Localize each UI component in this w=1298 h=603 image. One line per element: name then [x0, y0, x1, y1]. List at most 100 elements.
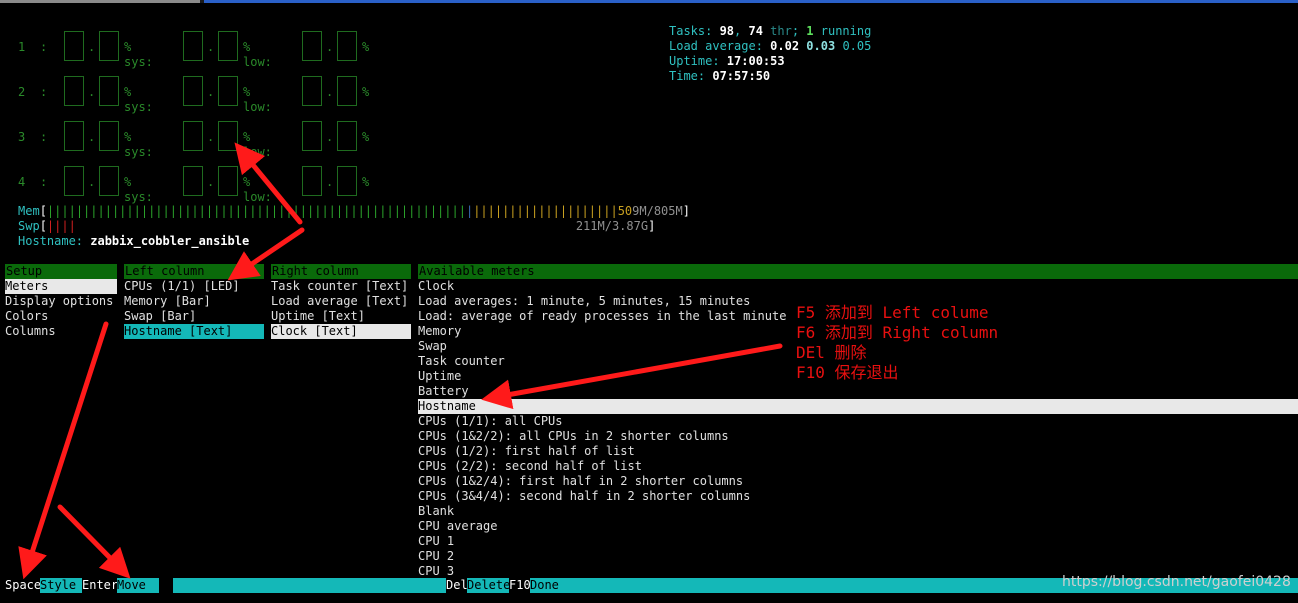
led-dot: . [326, 85, 334, 99]
right-column-item[interactable]: Task counter [Text] [271, 279, 408, 294]
sys-label: % sys: [124, 130, 153, 159]
led-dot: . [326, 40, 334, 54]
mem-bar-cache: |||||||||||||||||||| [473, 204, 618, 218]
left-column-item[interactable]: Swap [Bar] [124, 309, 196, 324]
cpu-number: 1 [18, 40, 26, 54]
pct-label: % [362, 130, 370, 144]
arrow-to-space [18, 321, 109, 580]
terminal-tab-strip [0, 0, 1298, 3]
f10-key: F10 [509, 578, 531, 592]
available-meter-item[interactable]: CPUs (1/1): all CPUs [418, 414, 563, 429]
led-dot: . [326, 175, 334, 189]
led-digit [302, 121, 322, 151]
mem-meter: Mem[||||||||||||||||||||||||||||||||||||… [18, 204, 690, 218]
available-meter-item[interactable]: Swap [418, 339, 447, 354]
watermark: https://blog.csdn.net/gaofei0428 [1062, 574, 1291, 590]
right-column-item[interactable]: Load average [Text] [271, 294, 408, 309]
right-column-item[interactable]: Uptime [Text] [271, 309, 365, 324]
setup-item-colors[interactable]: Colors [5, 309, 48, 324]
available-meter-item[interactable]: Blank [418, 504, 454, 519]
led-dot: . [88, 175, 96, 189]
del-key: Del [446, 578, 468, 592]
available-meter-item[interactable]: CPUs (1&2/2): all CPUs in 2 shorter colu… [418, 429, 729, 444]
available-meter-item[interactable]: CPU average [418, 519, 497, 534]
arrow-to-hostname [481, 343, 783, 410]
setup-item-display-options[interactable]: Display options [5, 294, 113, 309]
available-meter-item[interactable]: CPUs (1/2): first half of list [418, 444, 635, 459]
available-meter-item[interactable]: CPUs (2/2): second half of list [418, 459, 642, 474]
available-meter-item[interactable]: CPU 1 [418, 534, 454, 549]
annotation-f10: F10 保存退出 [796, 363, 899, 382]
available-meters-header: Available meters [418, 264, 1298, 279]
left-column-item[interactable]: CPUs (1/1) [LED] [124, 279, 240, 294]
available-meter-item[interactable]: CPU 2 [418, 549, 454, 564]
hostname-label: Hostname: [18, 234, 91, 248]
led-digit [337, 166, 357, 196]
cpu-number: 3 [18, 130, 26, 144]
annotation-del: DEl 删除 [796, 343, 867, 362]
led-digit [337, 121, 357, 151]
available-meter-item[interactable]: Clock [418, 279, 454, 294]
available-meter-item[interactable]: Load: average of ready processes in the … [418, 309, 786, 324]
setup-item-meters[interactable]: Meters [5, 279, 117, 294]
led-digit [218, 76, 238, 106]
load-5: 0.03 [806, 39, 836, 53]
uptime-label: Uptime: [669, 54, 727, 68]
led-digit [99, 76, 119, 106]
led-digit [337, 76, 357, 106]
time-value: 07:57:50 [712, 69, 771, 83]
mem-value-prefix: 50 [617, 204, 633, 218]
running-label: running [813, 24, 872, 38]
terminal-tab-active[interactable] [204, 0, 1298, 3]
led-digit [183, 166, 203, 196]
move-button[interactable]: Move [117, 578, 159, 593]
available-meter-item[interactable]: Battery [418, 384, 469, 399]
led-digit [64, 31, 84, 61]
cpu-sep: : [40, 130, 48, 144]
left-column-header: Left column [124, 264, 264, 279]
available-meter-item[interactable]: Uptime [418, 369, 461, 384]
setup-item-columns[interactable]: Columns [5, 324, 56, 339]
right-column-item-selected[interactable]: Clock [Text] [271, 324, 411, 339]
tasks-label: Tasks: [669, 24, 720, 38]
enter-key: Enter [82, 578, 119, 592]
available-meter-item-selected[interactable]: Hostname [418, 399, 1298, 414]
available-meter-item[interactable]: CPUs (1&2/4): first half in 2 shorter co… [418, 474, 743, 489]
setup-header: Setup [5, 264, 117, 279]
cpu-number: 4 [18, 175, 26, 189]
led-dot: . [326, 130, 334, 144]
uptime-value: 17:00:53 [726, 54, 785, 68]
swap-label: Swp [18, 219, 40, 233]
left-column-item-selected[interactable]: Hostname [Text] [124, 324, 264, 339]
uptime-line: Uptime: 17:00:53 [669, 54, 785, 69]
led-digit [218, 166, 238, 196]
terminal-tab[interactable] [0, 0, 200, 3]
left-column-item[interactable]: Memory [Bar] [124, 294, 211, 309]
tasks-line: Tasks: 98, 74 thr; 1 running [669, 24, 871, 39]
annotation-f6: F6 添加到 Right column [796, 323, 999, 342]
load-label: Load average: [669, 39, 771, 53]
space-key: Space [5, 578, 42, 592]
tasks-count: 98 [719, 24, 735, 38]
sep: ; [791, 24, 807, 38]
cpu-sep: : [40, 175, 48, 189]
delete-button[interactable]: Delete [467, 578, 510, 593]
available-meter-item[interactable]: Task counter [418, 354, 505, 369]
running-count: 1 [806, 24, 814, 38]
available-meter-item[interactable]: CPUs (3&4/4): second half in 2 shorter c… [418, 489, 750, 504]
low-label: % low: [243, 40, 272, 69]
led-dot: . [88, 130, 96, 144]
led-digit [99, 121, 119, 151]
sys-label: % sys: [124, 175, 153, 204]
led-digit [64, 76, 84, 106]
led-digit [99, 31, 119, 61]
available-meter-item[interactable]: CPU 3 [418, 564, 454, 579]
swap-bar: |||| [46, 219, 76, 233]
available-meter-item[interactable]: Memory [418, 324, 461, 339]
annotation-f5: F5 添加到 Left colume [796, 303, 989, 322]
style-button[interactable]: Style [40, 578, 82, 593]
available-meter-item[interactable]: Load averages: 1 minute, 5 minutes, 15 m… [418, 294, 750, 309]
mem-bar-used: ||||||||||||||||||||||||||||||||||||||||… [46, 204, 466, 218]
led-dot: . [88, 40, 96, 54]
led-dot: . [88, 85, 96, 99]
